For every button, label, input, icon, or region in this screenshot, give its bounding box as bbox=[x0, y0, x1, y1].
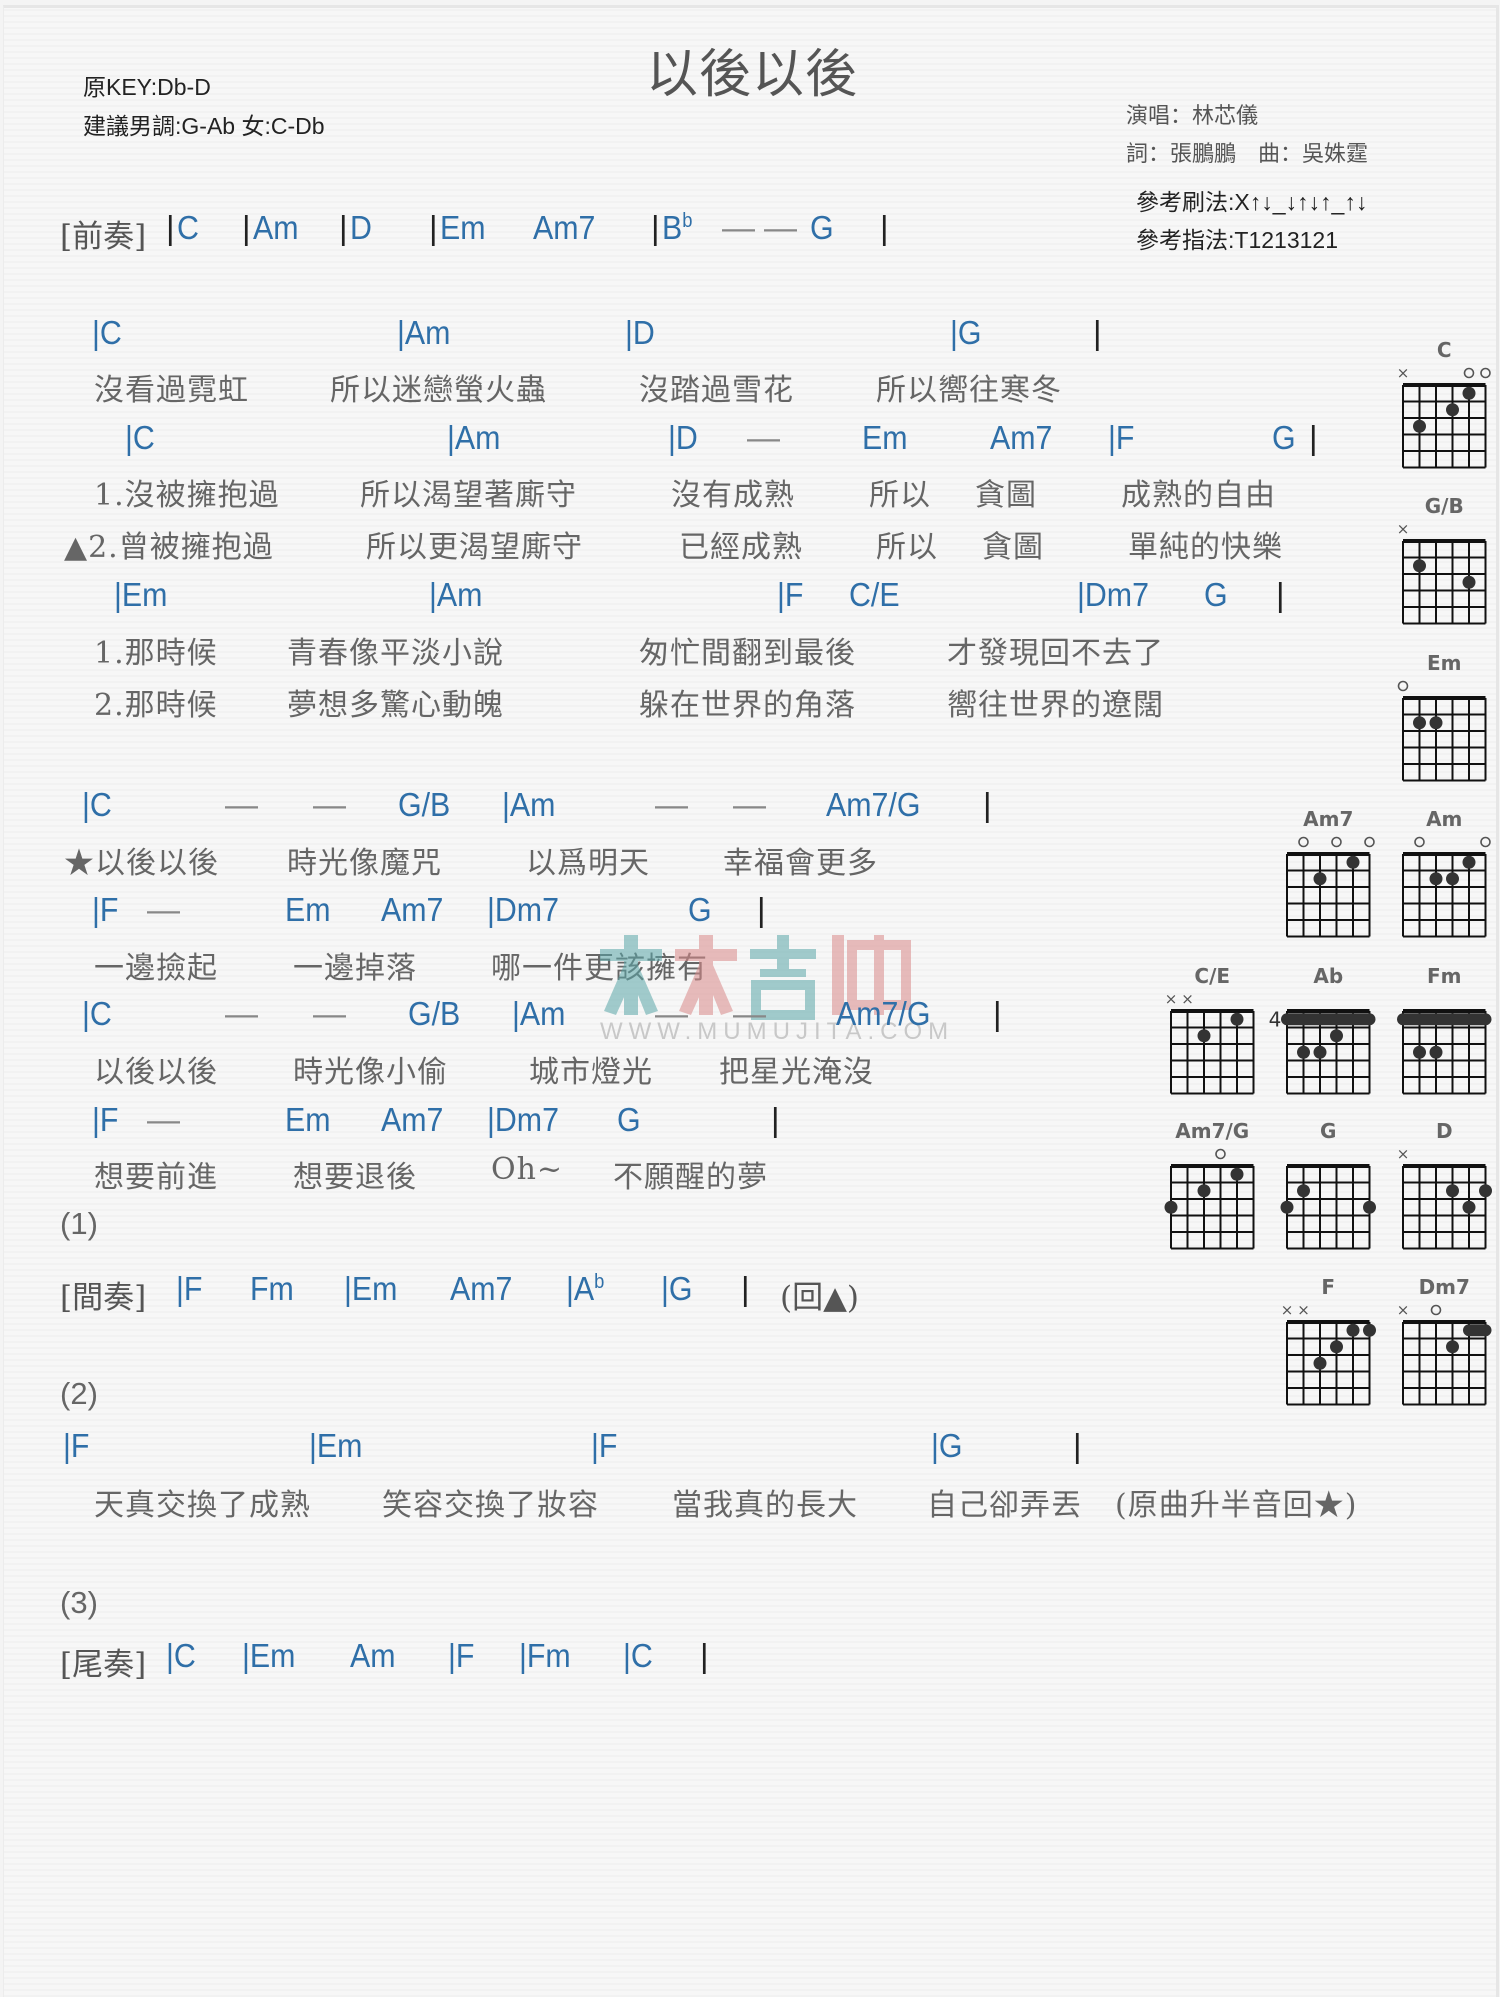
finger-dot bbox=[1446, 403, 1459, 417]
chord-diagram-c: C× bbox=[1397, 338, 1491, 469]
chord-diagram-c-e: C/E× × bbox=[1165, 964, 1255, 1095]
open-string-marker bbox=[1298, 836, 1309, 848]
finger-dot bbox=[1230, 1012, 1244, 1026]
open-string-marker bbox=[1430, 1304, 1442, 1316]
muted-string-marker: × bbox=[1165, 990, 1178, 1008]
finger-dot bbox=[1446, 1340, 1459, 1354]
finger-dot bbox=[1462, 575, 1476, 589]
chord-diagram-ab: Ab 4 bbox=[1269, 964, 1376, 1095]
open-string-marker bbox=[1215, 1148, 1226, 1160]
finger-dot bbox=[1363, 1323, 1376, 1337]
finger-dot bbox=[1429, 872, 1443, 886]
nut bbox=[1403, 383, 1486, 387]
finger-dot bbox=[1330, 1029, 1343, 1043]
finger-dot bbox=[1346, 1323, 1360, 1337]
finger-dot bbox=[1446, 1184, 1459, 1198]
nut bbox=[1403, 539, 1486, 543]
finger-dot bbox=[1413, 419, 1426, 433]
finger-dot bbox=[1462, 1200, 1476, 1214]
barre-bar bbox=[1397, 1013, 1492, 1026]
chord-diagram-name: C bbox=[1437, 338, 1452, 362]
nut bbox=[1287, 852, 1370, 856]
open-string-marker bbox=[1480, 836, 1491, 848]
chord-diagram-d: D× bbox=[1397, 1119, 1492, 1250]
open-string-marker bbox=[1331, 836, 1342, 848]
chord-diagram-am7-g: Am7/G bbox=[1164, 1119, 1255, 1250]
chord-diagram-name: Fm bbox=[1427, 964, 1462, 988]
finger-dot bbox=[1230, 1167, 1244, 1181]
finger-dot bbox=[1330, 1340, 1343, 1354]
finger-dot bbox=[1413, 716, 1426, 730]
chord-diagram-name: Dm7 bbox=[1419, 1275, 1470, 1299]
finger-dot bbox=[1462, 386, 1476, 400]
chord-diagram-name: F bbox=[1321, 1275, 1335, 1299]
nut bbox=[1403, 852, 1486, 856]
nut bbox=[1287, 1009, 1370, 1013]
muted-string-marker: × bbox=[1397, 1145, 1410, 1163]
chord-diagram-g-b: G/B × bbox=[1397, 494, 1487, 625]
finger-dot bbox=[1429, 1045, 1443, 1059]
chord-diagram-fm: Fm bbox=[1397, 964, 1492, 1095]
open-string-marker bbox=[1414, 836, 1425, 848]
nut bbox=[1403, 1164, 1486, 1168]
chord-diagram-name: Em bbox=[1427, 651, 1462, 675]
finger-dot bbox=[1313, 1356, 1327, 1370]
nut bbox=[1287, 1164, 1370, 1168]
muted-string-marker: × bbox=[1397, 364, 1410, 382]
finger-dot bbox=[1164, 1200, 1178, 1214]
finger-dot bbox=[1346, 855, 1360, 869]
chord-diagram-g: G bbox=[1280, 1119, 1376, 1250]
finger-dot bbox=[1313, 872, 1327, 886]
finger-dot bbox=[1413, 559, 1426, 573]
finger-dot bbox=[1297, 1184, 1310, 1198]
nut bbox=[1403, 1009, 1486, 1013]
open-string-marker bbox=[1364, 836, 1375, 848]
chord-diagram-name: G bbox=[1320, 1119, 1336, 1143]
chord-diagram-name: Am bbox=[1426, 807, 1462, 831]
finger-dot bbox=[1197, 1029, 1211, 1043]
finger-dot bbox=[1313, 1045, 1327, 1059]
finger-dot bbox=[1197, 1184, 1211, 1198]
finger-dot bbox=[1413, 1045, 1426, 1059]
finger-dot bbox=[1363, 1200, 1376, 1214]
chord-diagram-em: Em bbox=[1397, 651, 1487, 782]
chord-diagram-name: D bbox=[1436, 1119, 1453, 1143]
nut bbox=[1403, 1320, 1486, 1324]
open-string-marker bbox=[1480, 367, 1491, 379]
fret-number-label: 4 bbox=[1269, 1007, 1282, 1031]
finger-dot bbox=[1280, 1200, 1294, 1214]
chord-diagram-name: C/E bbox=[1194, 964, 1230, 988]
chord-diagram-am7: Am7 bbox=[1286, 807, 1375, 938]
muted-string-marker: × bbox=[1297, 1301, 1310, 1319]
open-string-marker bbox=[1463, 367, 1475, 379]
nut bbox=[1171, 1009, 1254, 1013]
chord-diagram-am: Am bbox=[1402, 807, 1491, 938]
finger-dot bbox=[1446, 872, 1459, 886]
chord-diagram-name: G/B bbox=[1425, 494, 1464, 518]
muted-string-marker: × bbox=[1397, 1301, 1410, 1319]
muted-string-marker: × bbox=[1281, 1301, 1294, 1319]
finger-dot bbox=[1297, 1045, 1310, 1059]
finger-dot bbox=[1462, 855, 1476, 869]
chord-diagram-name: Am7 bbox=[1303, 807, 1353, 831]
chord-diagram-f: F × × bbox=[1281, 1275, 1376, 1406]
open-string-marker bbox=[1397, 680, 1409, 692]
finger-dot bbox=[1479, 1184, 1492, 1198]
chord-diagram-name: Ab bbox=[1313, 964, 1343, 988]
nut bbox=[1403, 696, 1486, 700]
barre-bar bbox=[1281, 1013, 1376, 1026]
muted-string-marker: × bbox=[1181, 990, 1194, 1008]
barre-bar bbox=[1463, 1324, 1492, 1337]
chord-diagrams-panel: C×G/B×EmAm7 AmC/E× ×Ab4FmAm7/G G D×F× ×Dm7× bbox=[1164, 338, 1492, 1406]
muted-string-marker: × bbox=[1397, 520, 1410, 538]
nut bbox=[1171, 1164, 1254, 1168]
finger-dot bbox=[1429, 716, 1443, 730]
chord-diagram-dm7: Dm7 × bbox=[1397, 1275, 1492, 1406]
nut bbox=[1287, 1320, 1370, 1324]
chord-diagram-name: Am7/G bbox=[1175, 1119, 1249, 1143]
